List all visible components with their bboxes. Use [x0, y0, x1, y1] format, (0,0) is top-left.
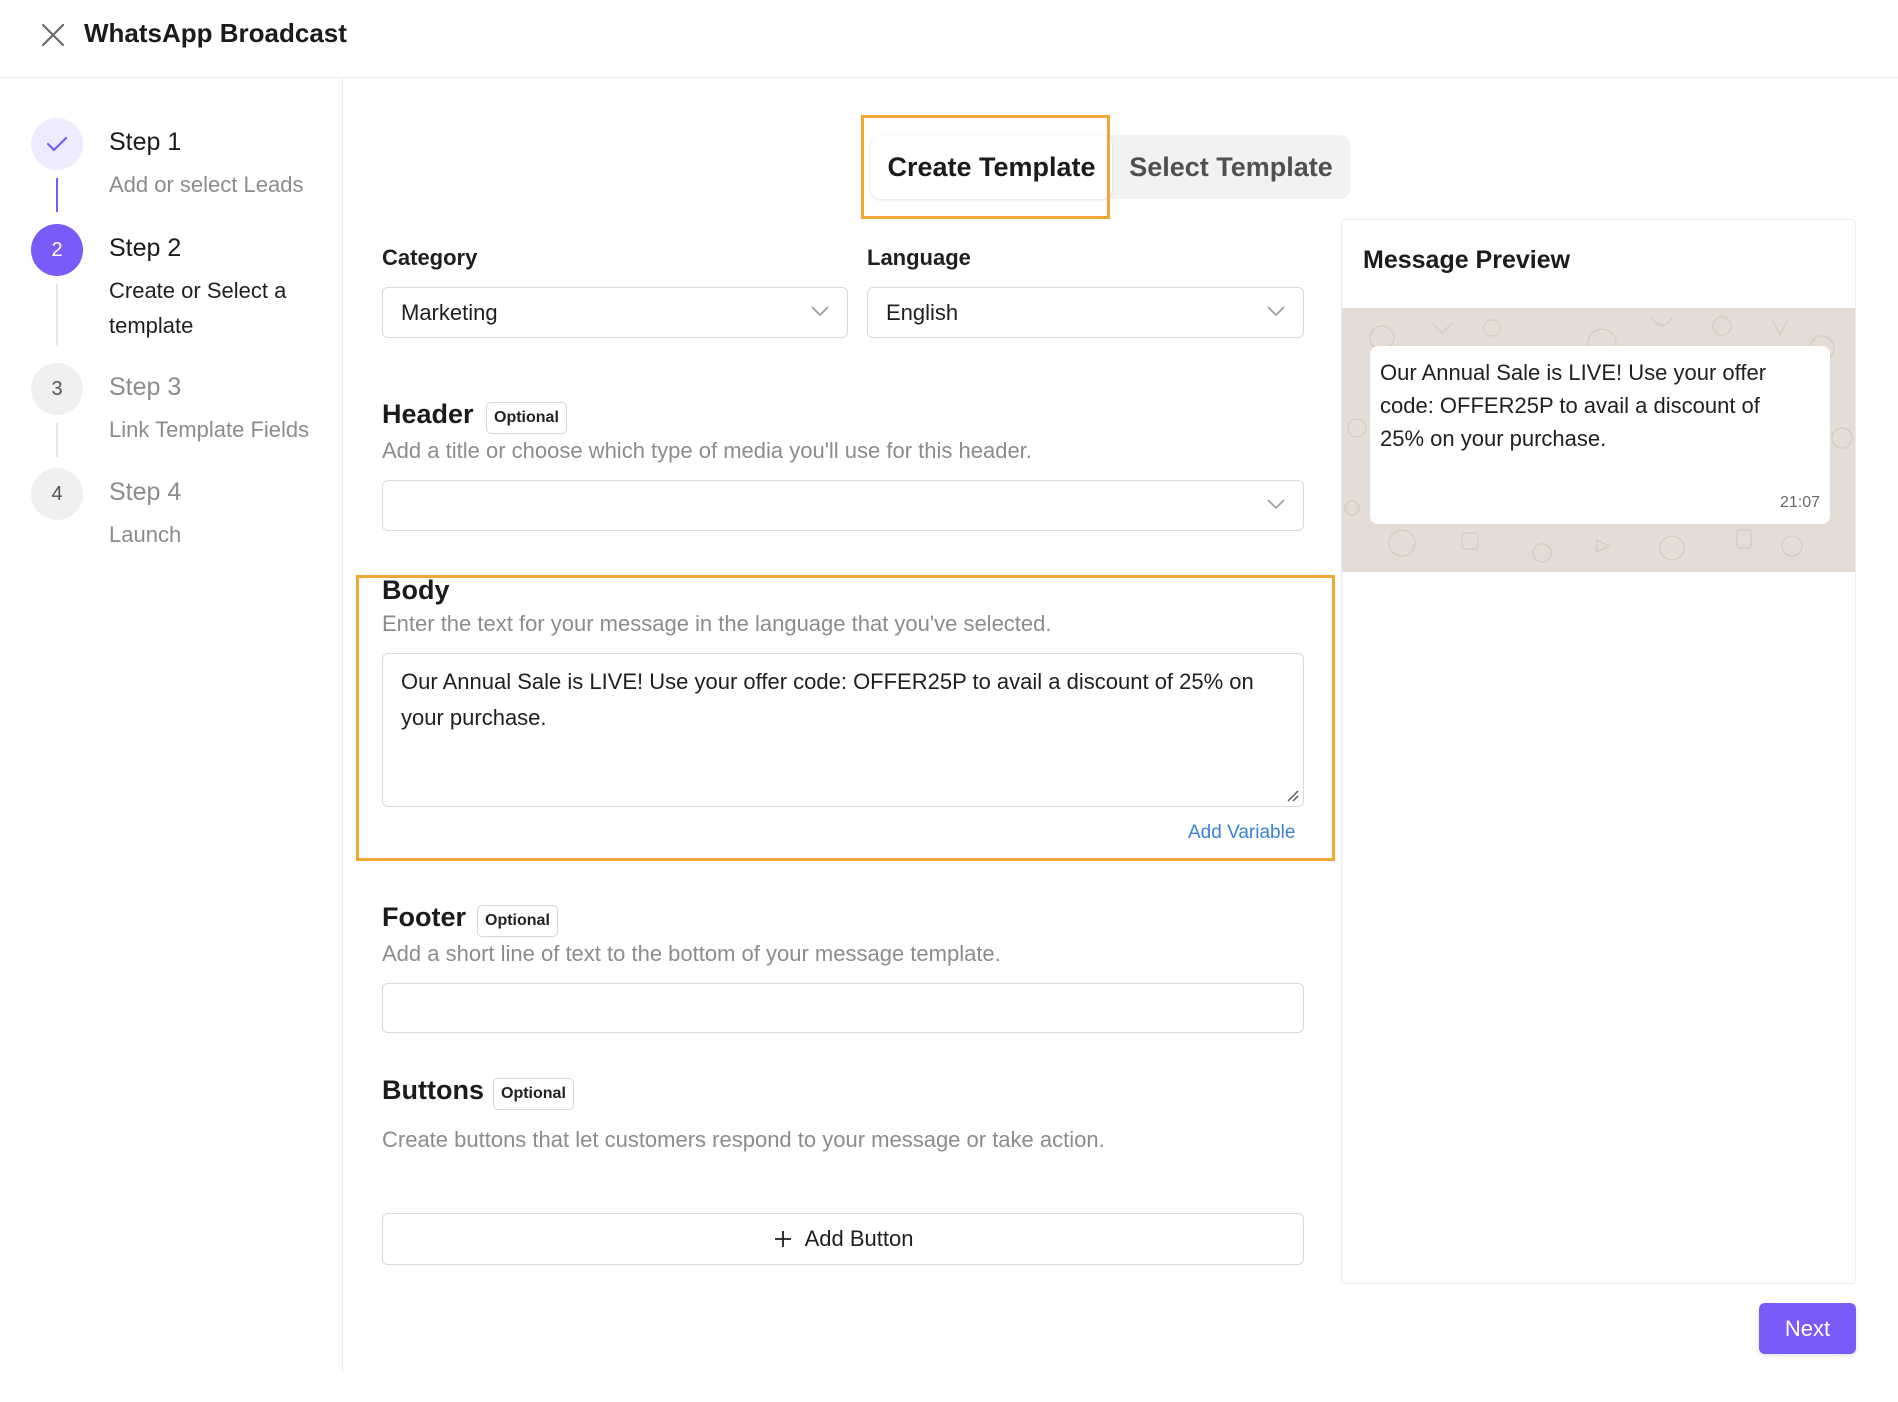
step-1-check-icon [31, 118, 83, 170]
step-1-subtitle: Add or select Leads [109, 172, 304, 197]
header-section-title: Header [382, 399, 474, 429]
template-tabs: Create Template Select Template [871, 135, 1350, 199]
footer-section-title: Footer [382, 902, 466, 932]
step-3-subtitle: Link Template Fields [109, 417, 310, 442]
footer-helper-text: Add a short line of text to the bottom o… [382, 941, 1001, 966]
language-label: Language [867, 245, 971, 270]
buttons-section-title: Buttons [382, 1075, 484, 1105]
preview-message-text: Our Annual Sale is LIVE! Use your offer … [1380, 360, 1767, 451]
header-helper-text: Add a title or choose which type of medi… [382, 438, 1032, 463]
tab-select-template[interactable]: Select Template [1112, 135, 1350, 199]
chevron-down-icon [1267, 306, 1285, 317]
footer-optional-badge: Optional [477, 905, 558, 937]
top-bar: WhatsApp Broadcast [0, 0, 1898, 78]
message-timestamp: 21:07 [1779, 494, 1820, 511]
add-variable-link[interactable]: Add Variable [1188, 822, 1295, 844]
step-1-title: Step 1 [109, 128, 182, 156]
add-button[interactable]: Add Button [382, 1213, 1304, 1265]
message-bubble: Our Annual Sale is LIVE! Use your offer … [1370, 346, 1830, 524]
step-3-number: 3 [31, 363, 83, 415]
add-button-label: Add Button [804, 1226, 914, 1251]
step-4-subtitle: Launch [109, 522, 182, 547]
category-value: Marketing [401, 300, 498, 325]
tab-create-template[interactable]: Create Template [871, 135, 1112, 199]
chevron-down-icon [811, 306, 829, 317]
next-button[interactable]: Next [1759, 1303, 1856, 1354]
step-2-subtitle: Create or Select a template [109, 278, 287, 338]
stepper-sidebar: Step 1 Add or select Leads 2 Step 2 Crea… [0, 78, 343, 1373]
chevron-down-icon [1267, 499, 1285, 510]
step-2-number: 2 [31, 224, 83, 276]
step-4-title: Step 4 [109, 478, 182, 506]
language-value: English [886, 300, 959, 325]
buttons-helper-text: Create buttons that let customers respon… [382, 1127, 1105, 1152]
body-section-title: Body [382, 575, 450, 605]
step-connector [56, 284, 58, 346]
step-3-title: Step 3 [109, 373, 182, 401]
step-connector [56, 178, 58, 212]
plus-icon [774, 1231, 791, 1247]
body-textarea[interactable]: Our Annual Sale is LIVE! Use your offer … [382, 653, 1304, 807]
chat-background: Our Annual Sale is LIVE! Use your offer … [1342, 308, 1855, 572]
step-2-title: Step 2 [109, 234, 182, 262]
header-optional-badge: Optional [486, 402, 567, 434]
preview-title: Message Preview [1363, 246, 1571, 274]
category-label: Category [382, 245, 478, 270]
step-connector [56, 423, 58, 457]
page-title: WhatsApp Broadcast [84, 18, 347, 48]
language-select[interactable]: English [867, 287, 1304, 338]
body-helper-text: Enter the text for your message in the l… [382, 611, 1052, 636]
buttons-optional-badge: Optional [493, 1078, 574, 1110]
resize-grip-icon[interactable] [1285, 788, 1299, 802]
footer-input[interactable] [382, 983, 1304, 1033]
header-type-select[interactable] [382, 480, 1304, 531]
body-text: Our Annual Sale is LIVE! Use your offer … [401, 669, 1254, 730]
category-select[interactable]: Marketing [382, 287, 848, 338]
step-4-number: 4 [31, 468, 83, 520]
close-icon[interactable] [38, 20, 68, 50]
message-preview-panel: Message Preview Our Annual Sale is LIVE!… [1341, 219, 1856, 1284]
